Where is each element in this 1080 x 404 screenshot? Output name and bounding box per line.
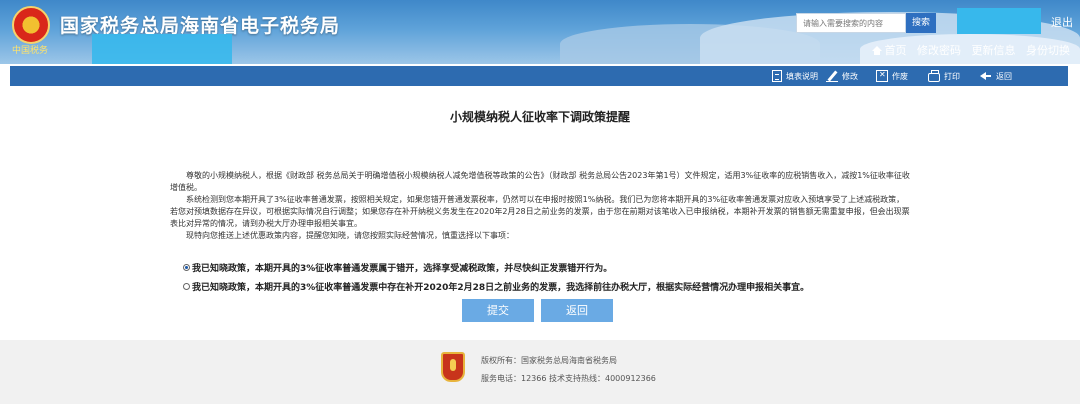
national-emblem-icon: [12, 6, 50, 44]
notice-paragraph: 尊敬的小规模纳税人，根据《财政部 税务总局关于明确增值税小规模纳税人减免增值税等…: [170, 171, 910, 192]
home-icon: [871, 46, 882, 55]
void-icon: [876, 70, 888, 82]
nav-update-info[interactable]: 更新信息: [972, 44, 1016, 57]
pen-icon: [826, 70, 838, 82]
option-go-to-tax-hall[interactable]: 我已知晓政策，本期开具的3%征收率普通发票中存在补开2020年2月28日之前业务…: [183, 280, 809, 293]
page-title: 小规模纳税人征收率下调政策提醒: [449, 110, 630, 124]
toolbar-edit[interactable]: 修改: [826, 69, 858, 83]
notice-paragraph: 系统检测到您本期开具了3%征收率普通发票，按照相关规定，如果您错开普通发票税率，…: [170, 195, 910, 228]
toolbar-label: 作废: [892, 71, 908, 81]
redacted-user-info: [957, 8, 1041, 34]
notice-paragraph: 现特向您推送上述优惠政策内容，提醒您知晓，请您按照实际经营情况，慎重选择以下事项…: [186, 231, 514, 240]
toolbar-label: 打印: [944, 71, 960, 81]
document-icon: [772, 70, 782, 82]
radio-checked[interactable]: [183, 264, 190, 271]
logout-link[interactable]: 退出: [1051, 14, 1073, 30]
nav-change-password[interactable]: 修改密码: [917, 44, 961, 57]
toolbar-label: 修改: [842, 71, 858, 81]
footer-copyright: 版权所有：国家税务总局海南省税务局: [481, 356, 617, 365]
toolbar-back[interactable]: 返回: [980, 69, 1012, 83]
search-button[interactable]: 搜索: [906, 13, 936, 33]
radio-unchecked[interactable]: [183, 283, 190, 290]
nav-switch-identity[interactable]: 身份切换: [1026, 44, 1070, 57]
back-arrow-icon: [980, 70, 992, 82]
action-toolbar: 填表说明 修改 作废 打印 返回: [10, 66, 1068, 86]
nav-home-label: 首页: [884, 44, 907, 57]
top-nav: 首页 修改密码 更新信息 身份切换: [865, 42, 1070, 58]
site-footer: 版权所有：国家税务总局海南省税务局 服务电话：12366 技术支持热线：4000…: [0, 340, 1080, 404]
toolbar-print[interactable]: 打印: [928, 69, 960, 83]
policy-notice: 尊敬的小规模纳税人，根据《财政部 税务总局关于明确增值税小规模纳税人减免增值税等…: [170, 170, 910, 242]
submit-button[interactable]: 提交: [462, 299, 534, 322]
redacted-region: [92, 34, 232, 64]
back-button[interactable]: 返回: [541, 299, 613, 322]
nav-home[interactable]: 首页: [871, 44, 907, 57]
site-header: 中国税务 国家税务总局海南省电子税务局 请输入需要搜索的内容 搜索 退出 首页 …: [0, 0, 1080, 64]
emblem-caption: 中国税务: [12, 46, 49, 56]
printer-icon: [928, 69, 940, 82]
toolbar-label: 返回: [996, 71, 1012, 81]
toolbar-fill-instructions[interactable]: 填表说明: [772, 69, 818, 83]
option-label: 我已知晓政策，本期开具的3%征收率普通发票中存在补开2020年2月28日之前业务…: [192, 283, 810, 293]
toolbar-void[interactable]: 作废: [876, 69, 908, 83]
option-correct-invoice[interactable]: 我已知晓政策，本期开具的3%征收率普通发票属于错开，选择享受减税政策，并尽快纠正…: [183, 261, 612, 274]
footer-service-phone: 服务电话：12366 技术支持热线：4000912366: [481, 374, 656, 383]
option-label: 我已知晓政策，本期开具的3%征收率普通发票属于错开，选择享受减税政策，并尽快纠正…: [192, 264, 613, 274]
search-input[interactable]: 请输入需要搜索的内容: [796, 13, 906, 33]
tax-bureau-logo-icon: [441, 352, 465, 382]
toolbar-label: 填表说明: [786, 71, 818, 81]
